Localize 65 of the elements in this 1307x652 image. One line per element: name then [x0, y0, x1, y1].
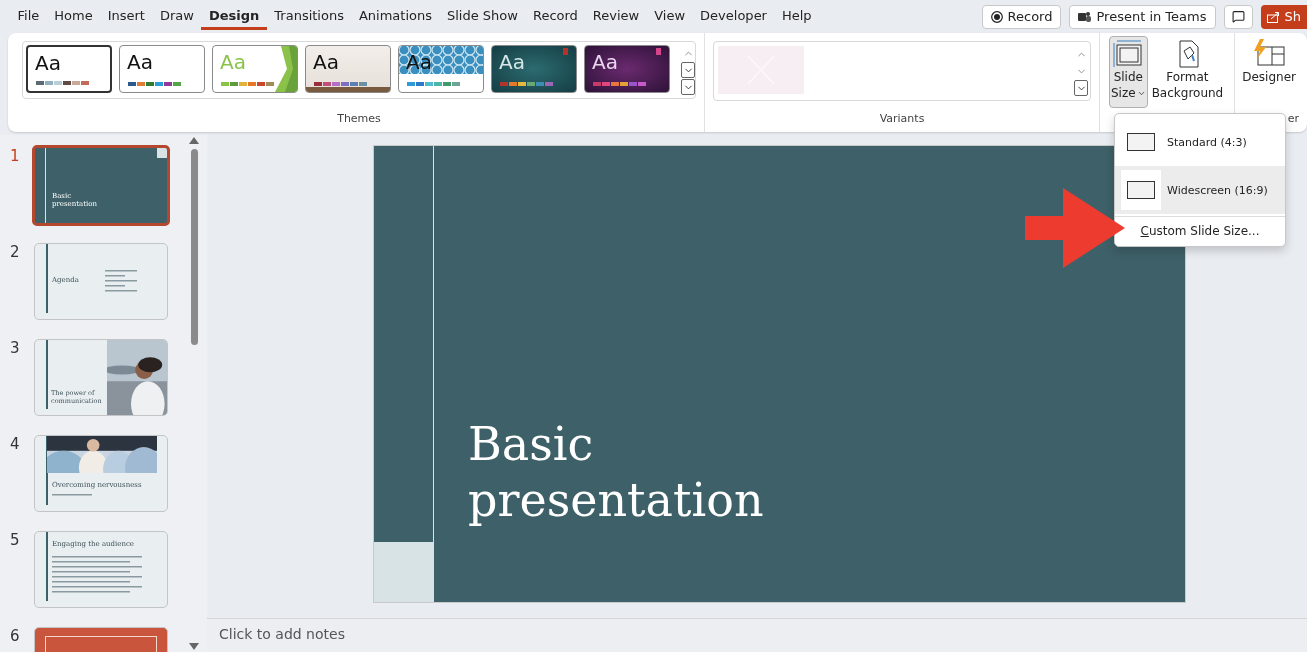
- color-swatches-icon: [500, 82, 553, 86]
- record-icon: [990, 10, 1003, 23]
- theme-thumbnail[interactable]: Aa: [26, 45, 112, 93]
- color-swatches-icon: [314, 82, 367, 86]
- ribbon-tab[interactable]: File: [10, 3, 47, 30]
- color-swatches-icon: [593, 82, 646, 86]
- color-swatches-icon: [407, 82, 460, 86]
- slide-size-icon: [1113, 39, 1144, 69]
- slide-number: 1: [10, 147, 20, 165]
- comment-icon: [1231, 10, 1245, 23]
- accent-line-icon: [46, 340, 48, 409]
- scroll-down-button[interactable]: [681, 62, 695, 78]
- arrow-icon: [1025, 188, 1125, 268]
- ribbon-tab[interactable]: Insert: [100, 3, 153, 30]
- text-lines-icon: [52, 494, 92, 499]
- theme-thumbnail[interactable]: Aa: [119, 45, 205, 93]
- ribbon-tab[interactable]: Draw: [152, 3, 202, 30]
- share-button[interactable]: Sh: [1260, 4, 1307, 29]
- slide-number: 6: [10, 627, 20, 645]
- designer-button[interactable]: Designer: [1240, 36, 1298, 108]
- teams-icon: [1078, 10, 1092, 23]
- present-in-teams-button[interactable]: Present in Teams: [1069, 4, 1216, 29]
- theme-thumbnail[interactable]: Aa: [491, 45, 577, 93]
- wood-strip-icon: [306, 87, 390, 92]
- slide-number: 5: [10, 531, 20, 549]
- designer-icon: [1252, 39, 1287, 69]
- ribbon-tab[interactable]: Design: [201, 3, 267, 30]
- format-background-button[interactable]: Format Background: [1149, 36, 1226, 108]
- accent-line-icon: [46, 244, 48, 313]
- accent-mark-icon: [563, 48, 568, 55]
- slide-frame-icon: [1127, 133, 1155, 151]
- corner-icon: [157, 148, 167, 158]
- slide-size-button[interactable]: Slide Size: [1109, 36, 1148, 108]
- text-lines-icon: [105, 270, 137, 295]
- slide-number: 3: [10, 339, 20, 357]
- menu-item[interactable]: Widescreen (16:9): [1115, 166, 1285, 214]
- color-swatches-icon: [221, 82, 274, 86]
- accent-line-icon: [46, 532, 48, 601]
- color-swatches-icon: [128, 82, 181, 86]
- ribbon-tab[interactable]: Record: [525, 3, 586, 30]
- ribbon-tab[interactable]: Help: [774, 3, 820, 30]
- ribbon-tab[interactable]: Review: [585, 3, 647, 30]
- share-icon: [1266, 10, 1280, 23]
- text-lines-icon: [52, 556, 142, 596]
- ribbon-tab[interactable]: Home: [46, 3, 101, 30]
- slide-title[interactable]: Basic presentation: [468, 416, 788, 528]
- more-button[interactable]: [1074, 80, 1088, 96]
- slide-number: 4: [10, 435, 20, 453]
- group-label: Variants: [879, 111, 925, 127]
- record-button[interactable]: Record: [981, 4, 1062, 29]
- theme-thumbnail[interactable]: Aa: [584, 45, 670, 93]
- accent-mark-icon: [656, 48, 661, 55]
- ribbon-tab[interactable]: Animations: [351, 3, 440, 30]
- ribbon-tab[interactable]: Transitions: [266, 3, 352, 30]
- slide-number: 2: [10, 243, 20, 261]
- ribbon-tab[interactable]: Slide Show: [439, 3, 526, 30]
- ribbon-tab[interactable]: View: [646, 3, 693, 30]
- slide-frame-icon: [1127, 181, 1155, 199]
- group-label: Themes: [337, 111, 381, 127]
- theme-thumbnail[interactable]: Aa: [305, 45, 391, 93]
- comments-button[interactable]: [1223, 4, 1253, 29]
- ribbon-tab[interactable]: Developer: [692, 3, 775, 30]
- more-button[interactable]: [681, 79, 695, 95]
- color-swatches-icon: [36, 81, 89, 85]
- group-label: er: [1287, 111, 1299, 127]
